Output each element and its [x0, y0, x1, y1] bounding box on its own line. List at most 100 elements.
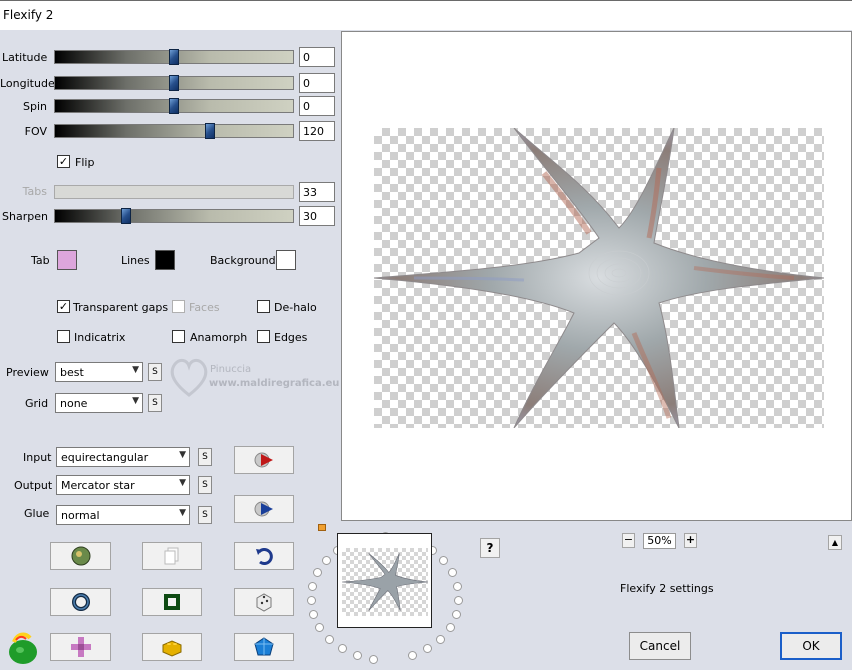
transparent-gaps-checkbox[interactable]: ✓ [57, 300, 70, 313]
flip-label: Flip [75, 156, 95, 169]
copy-button[interactable] [142, 542, 202, 570]
thumbnail-star-image [342, 553, 428, 611]
preview-star-image [374, 128, 824, 428]
fov-slider[interactable] [54, 123, 294, 139]
spin-slider[interactable] [54, 98, 294, 114]
latitude-slider[interactable] [54, 49, 294, 65]
longitude-input[interactable]: 0 [299, 73, 335, 93]
output-label: Output [14, 479, 53, 492]
anamorph-label: Anamorph [190, 331, 248, 344]
dial-dot[interactable] [309, 609, 319, 619]
gem-button[interactable] [234, 633, 294, 661]
de-halo-checkbox[interactable] [257, 300, 270, 313]
sharpen-slider-thumb[interactable] [121, 208, 132, 224]
faces-label: Faces [189, 301, 220, 314]
grid-s-button[interactable]: S [148, 394, 162, 412]
sharpen-input[interactable]: 30 [299, 206, 335, 226]
input-select-value: equirectangular [61, 451, 149, 464]
output-s-button[interactable]: S [198, 476, 212, 494]
dial-dot[interactable] [368, 654, 378, 664]
dial-dot[interactable] [306, 595, 316, 605]
help-button[interactable]: ? [480, 538, 500, 558]
navigator-thumbnail[interactable] [337, 533, 432, 628]
ok-button[interactable]: OK [780, 632, 842, 660]
dial-dot[interactable] [325, 634, 335, 644]
edges-checkbox[interactable] [257, 330, 270, 343]
dial-dot[interactable] [445, 622, 455, 632]
input-select[interactable]: equirectangular ▼ [56, 447, 190, 467]
grid-label: Grid [25, 397, 49, 410]
orientation-marker [318, 524, 326, 531]
watermark: Pinuccia www.maldiregrafica.eu [167, 350, 342, 410]
preview-canvas[interactable] [341, 31, 852, 521]
zoom-out-button[interactable]: − [622, 533, 635, 548]
title-bar: Flexify 2 [0, 0, 852, 30]
fov-slider-thumb[interactable] [204, 123, 215, 139]
dial-dot[interactable] [352, 650, 362, 660]
chevron-down-icon: ▼ [179, 450, 186, 460]
sharpen-slider[interactable] [54, 208, 294, 224]
glue-select[interactable]: normal ▼ [56, 505, 190, 525]
flip-checkbox[interactable]: ✓ [57, 155, 70, 168]
collapse-button[interactable]: ▲ [828, 535, 842, 550]
longitude-slider-thumb[interactable] [169, 75, 179, 91]
cancel-button[interactable]: Cancel [629, 632, 691, 660]
chevron-down-icon: ▼ [179, 508, 186, 518]
zoom-level: 50% [643, 533, 676, 549]
sharpen-label: Sharpen [2, 210, 48, 223]
input-label: Input [23, 451, 52, 464]
chevron-down-icon: ▼ [179, 478, 186, 488]
frame-button[interactable] [142, 588, 202, 616]
dial-dot[interactable] [451, 609, 461, 619]
grid-select[interactable]: none ▼ [55, 393, 143, 413]
longitude-slider[interactable] [54, 75, 294, 91]
settings-title: Flexify 2 settings [620, 582, 714, 595]
globe-button[interactable] [50, 542, 111, 570]
dial-dot[interactable] [453, 581, 463, 591]
dice-icon [256, 593, 272, 612]
tab-color-swatch[interactable] [57, 250, 77, 270]
dial-dot[interactable] [307, 581, 317, 591]
indicatrix-checkbox[interactable] [57, 330, 70, 343]
undo-button[interactable] [234, 542, 294, 570]
random-button[interactable] [234, 588, 294, 616]
tabs-input[interactable]: 33 [299, 182, 335, 202]
lines-color-swatch[interactable] [155, 250, 175, 270]
window-title: Flexify 2 [3, 8, 54, 22]
output-select[interactable]: Mercator star ▼ [56, 475, 190, 495]
edges-label: Edges [274, 331, 308, 344]
chevron-down-icon: ▼ [132, 396, 139, 406]
dial-dot[interactable] [447, 568, 457, 578]
anamorph-checkbox[interactable] [172, 330, 185, 343]
spin-input[interactable]: 0 [299, 96, 335, 116]
randomize-input-button[interactable] [234, 446, 294, 474]
dial-dot[interactable] [313, 568, 323, 578]
app-logo [5, 630, 41, 669]
grid-select-value: none [60, 397, 88, 410]
background-color-label: Background [210, 254, 276, 267]
spin-label: Spin [23, 100, 47, 113]
latitude-slider-thumb[interactable] [169, 49, 179, 65]
plugin-button[interactable] [50, 633, 111, 661]
glue-s-button[interactable]: S [198, 506, 212, 524]
glue-select-value: normal [61, 509, 100, 522]
tabs-slider [54, 185, 294, 199]
dial-dot[interactable] [435, 634, 445, 644]
preview-s-button[interactable]: S [148, 363, 162, 381]
watermark-name: Pinuccia [210, 364, 252, 375]
background-color-swatch[interactable] [276, 250, 296, 270]
brick-button[interactable] [142, 633, 202, 661]
randomize-output-button[interactable] [234, 495, 294, 523]
spin-slider-thumb[interactable] [169, 98, 179, 114]
latitude-input[interactable]: 0 [299, 47, 335, 67]
chevron-down-icon: ▼ [132, 365, 139, 375]
dial-dot[interactable] [337, 644, 347, 654]
de-halo-label: De-halo [274, 301, 317, 314]
preview-select[interactable]: best ▼ [55, 362, 143, 382]
fov-input[interactable]: 120 [299, 121, 335, 141]
dial-dot[interactable] [321, 555, 331, 565]
ring-button[interactable] [50, 588, 111, 616]
copy-icon [164, 547, 179, 565]
input-s-button[interactable]: S [198, 448, 212, 466]
zoom-in-button[interactable]: + [684, 533, 697, 548]
